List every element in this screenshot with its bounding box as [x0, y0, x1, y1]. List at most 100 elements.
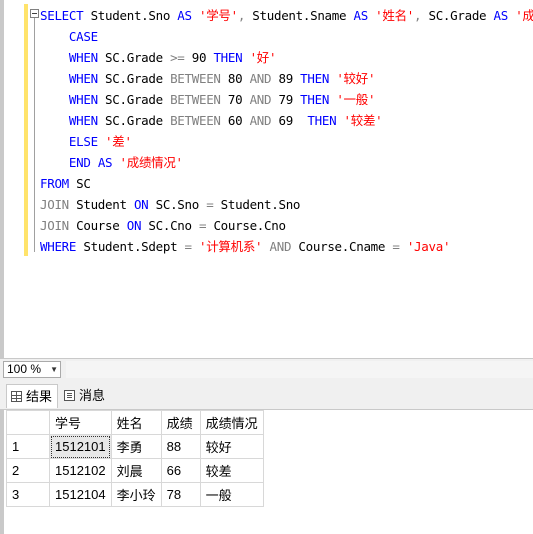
tab-messages-label: 消息: [79, 388, 106, 403]
code-token: END: [40, 155, 91, 170]
grid-cell[interactable]: 一般: [199, 482, 264, 507]
code-token: Student.Sname: [252, 8, 354, 23]
code-line[interactable]: ELSE '差': [40, 131, 533, 152]
code-token: ELSE: [40, 134, 98, 149]
code-token: ,: [414, 8, 429, 23]
tab-results[interactable]: 结果: [6, 384, 58, 408]
grid-cell[interactable]: 李勇: [110, 434, 162, 459]
row-number[interactable]: 1: [6, 434, 50, 459]
code-token: =: [184, 239, 193, 254]
code-token: WHEN: [40, 113, 98, 128]
code-line[interactable]: WHEN SC.Grade >= 90 THEN '好': [40, 47, 533, 68]
code-token: SC.Grade: [428, 8, 494, 23]
grid-cell[interactable]: 刘晨: [110, 458, 162, 483]
code-token: SC.Cno: [141, 218, 199, 233]
table-row[interactable]: 3 1512104 李小玲 78 一般: [6, 482, 264, 507]
code-token: SC.Grade: [97, 50, 171, 65]
code-token: =: [392, 239, 400, 254]
code-token: Course.Cno: [206, 218, 286, 233]
code-token: ,: [237, 8, 253, 23]
code-line[interactable]: WHEN SC.Grade BETWEEN 70 AND 79 THEN '一般…: [40, 89, 533, 110]
code-line[interactable]: JOIN Student ON SC.Sno = Student.Sno: [40, 194, 533, 215]
horizontal-scrollbar[interactable]: [66, 361, 533, 378]
results-grid[interactable]: 学号 姓名 成绩 成绩情况 1 1512101 李勇 88 较好 2 15121…: [6, 410, 264, 507]
code-token: BETWEEN: [170, 71, 221, 86]
grid-icon: [11, 391, 22, 402]
table-row[interactable]: 1 1512101 李勇 88 较好: [6, 434, 264, 459]
code-token: >=: [170, 50, 185, 65]
code-token: '学号': [198, 8, 238, 23]
column-header[interactable]: 姓名: [110, 410, 162, 435]
code-token: WHEN: [40, 71, 98, 86]
collapse-icon[interactable]: [30, 9, 39, 18]
code-line[interactable]: FROM SC: [40, 173, 533, 194]
grid-cell[interactable]: 较好: [199, 434, 264, 459]
column-header[interactable]: 学号: [49, 410, 112, 435]
code-token: Student.Sno: [83, 8, 178, 23]
code-line[interactable]: WHEN SC.Grade BETWEEN 80 AND 89 THEN '较好…: [40, 68, 533, 89]
zoom-dropdown[interactable]: 100 % ▼: [3, 361, 61, 378]
code-token: Student: [68, 197, 134, 212]
code-token: SC: [68, 176, 91, 191]
grid-cell[interactable]: 李小玲: [110, 482, 162, 507]
code-token: FROM: [40, 176, 69, 191]
table-row[interactable]: 2 1512102 刘晨 66 较差: [6, 458, 264, 483]
code-token: '计算机系': [199, 239, 263, 254]
grid-cell[interactable]: 1512104: [49, 482, 112, 507]
column-header[interactable]: 成绩情况: [199, 410, 264, 435]
zoom-value: 100 %: [7, 362, 42, 376]
code-line[interactable]: WHERE Student.Sdept = '计算机系' AND Course.…: [40, 236, 533, 257]
code-token: Course: [68, 218, 127, 233]
code-token: ON: [126, 218, 142, 233]
code-token: THEN: [307, 113, 337, 128]
row-number[interactable]: 3: [6, 482, 50, 507]
grid-cell[interactable]: 1512102: [49, 458, 112, 483]
code-token: '成绩情况': [119, 155, 184, 170]
editor-left-margin: [0, 0, 4, 358]
change-tracking-bar: [24, 4, 28, 256]
code-token: 90: [184, 50, 214, 65]
tab-messages[interactable]: 消息: [60, 384, 110, 408]
code-line[interactable]: END AS '成绩情况': [40, 152, 533, 173]
grid-cell[interactable]: 1512101: [49, 434, 112, 459]
code-token: SC.Grade: [97, 113, 171, 128]
code-token: AS: [353, 8, 368, 23]
code-line[interactable]: CASE: [40, 26, 533, 47]
code-line[interactable]: WHEN SC.Grade BETWEEN 60 AND 69 THEN '较差…: [40, 110, 533, 131]
code-token: THEN: [300, 92, 330, 107]
row-header-corner[interactable]: [6, 410, 50, 435]
grid-cell[interactable]: 78: [160, 482, 201, 507]
grid-cell[interactable]: 88: [160, 434, 201, 459]
code-token: 69: [271, 113, 308, 128]
code-token: AS: [97, 155, 113, 170]
code-token: AS: [493, 8, 509, 23]
grid-cell[interactable]: 66: [160, 458, 201, 483]
row-number[interactable]: 2: [6, 458, 50, 483]
code-line[interactable]: JOIN Course ON SC.Cno = Course.Cno: [40, 215, 533, 236]
code-token: SC.Grade: [97, 71, 171, 86]
code-token: THEN: [213, 50, 243, 65]
code-token: Student.Sno: [213, 197, 301, 212]
chevron-down-icon: ▼: [50, 365, 58, 374]
code-token: Student.Sdept: [76, 239, 185, 254]
code-token: AS: [177, 8, 192, 23]
code-token: AND: [249, 92, 272, 107]
code-line[interactable]: SELECT Student.Sno AS '学号', Student.Snam…: [40, 5, 533, 26]
results-tab-bar: 结果 消息: [0, 380, 533, 410]
code-token: WHERE: [40, 239, 77, 254]
code-token: AND: [249, 113, 272, 128]
sql-code[interactable]: SELECT Student.Sno AS '学号', Student.Snam…: [40, 5, 533, 257]
code-token: JOIN: [40, 218, 69, 233]
code-token: JOIN: [40, 197, 69, 212]
column-header[interactable]: 成绩: [160, 410, 201, 435]
editor-status-bar: 100 % ▼: [0, 358, 533, 380]
code-token: CASE: [40, 29, 98, 44]
grid-cell[interactable]: 较差: [199, 458, 264, 483]
query-editor[interactable]: SELECT Student.Sno AS '学号', Student.Snam…: [0, 0, 533, 358]
